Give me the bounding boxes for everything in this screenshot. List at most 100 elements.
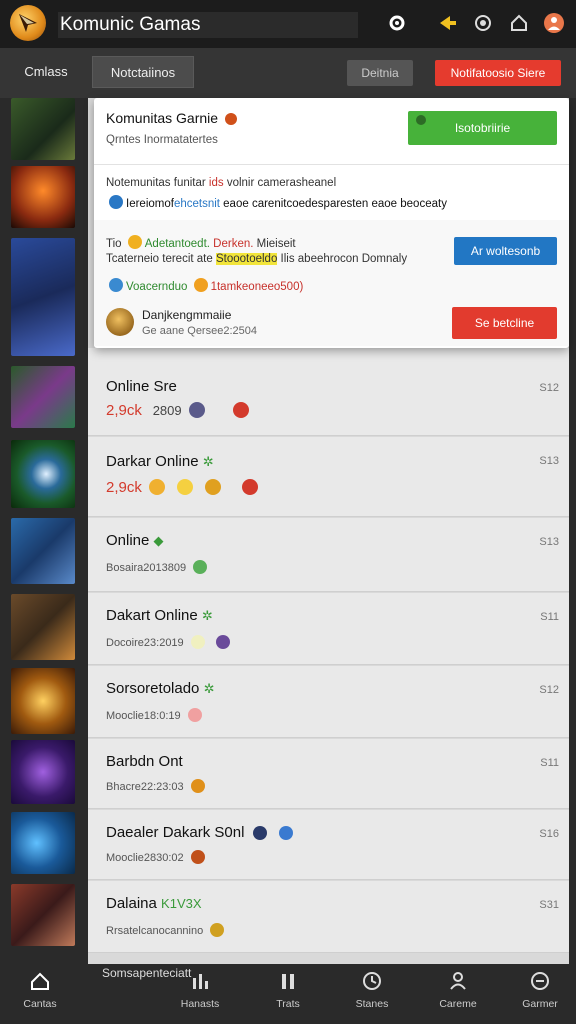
app-title: Komunic Gamas — [58, 12, 358, 38]
bar-chart-icon — [193, 974, 208, 989]
list-item[interactable]: Dalaina K1V3X Rrsatelcanocannino S31 — [88, 881, 569, 953]
row-subtitle: Bhacre22:23:03 — [106, 779, 209, 793]
game-thumbnail[interactable] — [11, 740, 75, 804]
list-item[interactable]: Daealer Dakark S0nl Mooclie2830:02 S16 — [88, 810, 569, 880]
subscribe-button[interactable]: Isotobriirie — [408, 111, 557, 145]
game-thumbnail[interactable] — [11, 366, 75, 428]
row-subtitle: Mooclie2830:02 — [106, 850, 209, 864]
game-thumbnail[interactable] — [11, 518, 75, 584]
nav-item-status[interactable]: Stanes — [332, 970, 412, 1010]
row-title: Online Sre — [106, 378, 177, 395]
emoji-icon — [210, 923, 225, 937]
row-subtitle: Docoire23:2019 — [106, 635, 234, 649]
emoji-icon — [187, 708, 202, 722]
divider — [94, 164, 569, 165]
chat-icon — [531, 972, 549, 990]
emoji-icon — [204, 479, 221, 495]
popup-info-line: Voacernduo 1tamkeoneeo500) — [106, 278, 303, 293]
row-subtitle: 2,9ck 2809 — [106, 402, 253, 419]
row-count: 2,9ck — [106, 479, 142, 496]
home-icon — [31, 972, 49, 990]
game-thumbnail[interactable] — [11, 440, 75, 508]
row-title: Darkar Online ✲ — [106, 453, 214, 470]
popup-info-line: Tio Adetantoedt. Derken. Mieiseit — [106, 235, 296, 250]
tab-games[interactable]: Cmlass — [10, 56, 82, 88]
badge-icon — [224, 113, 237, 125]
thumbnail-column — [0, 98, 88, 964]
badge-icon — [242, 479, 259, 495]
row-subtitle: 2,9ck — [106, 479, 262, 496]
row-subtitle: Mooclie18:0:19 — [106, 708, 206, 722]
row-time: S31 — [539, 899, 559, 911]
row-title: Dakart Online ✲ — [106, 607, 213, 624]
community-popup: Komunitas Garnie Qrntes Inormatatertes I… — [94, 98, 569, 348]
badge-icon — [232, 402, 249, 418]
nav-item-games[interactable]: Cantas — [0, 970, 80, 1010]
list-item[interactable]: Barbdn Ont Bhacre22:23:03 S11 — [88, 739, 569, 809]
popup-subtitle: Qrntes Inormatatertes — [106, 134, 218, 146]
globe-icon — [278, 826, 293, 840]
join-button[interactable]: Ar woltesonb — [454, 237, 557, 265]
target-icon[interactable] — [472, 12, 494, 34]
emoji-icon — [177, 479, 194, 495]
app-bar: Komunic Gamas — [0, 0, 576, 48]
emoji-icon — [190, 779, 205, 793]
list-item[interactable]: Online Sre 2,9ck 2809 S12 — [88, 348, 569, 436]
nav-item-gamer[interactable]: Garmer — [500, 970, 576, 1010]
row-title: Online ◆ — [106, 532, 164, 549]
game-thumbnail[interactable] — [11, 884, 75, 946]
status-dot-icon — [416, 115, 426, 125]
notification-settings-button[interactable]: Notifatoosio Siere — [435, 60, 561, 86]
row-count-b: 2809 — [152, 403, 182, 418]
users-icon — [450, 972, 466, 990]
list-item[interactable]: Sorsoretolado ✲ Mooclie18:0:19 S12 — [88, 666, 569, 738]
emoji-icon — [190, 850, 205, 864]
leave-button[interactable]: Se betcline — [452, 307, 557, 339]
row-time: S16 — [539, 828, 559, 840]
popup-info-line: Notemunitas funitar ids volnir camerashe… — [106, 177, 337, 189]
popup-info-line: Iereiomofehcetsnit eaoe carenitcoedespar… — [106, 195, 447, 210]
profile-icon[interactable] — [543, 12, 565, 34]
member-meta: Ge aane Qersee2:2504 — [142, 325, 257, 337]
game-thumbnail[interactable] — [11, 238, 75, 356]
details-button[interactable]: Deitnia — [347, 60, 413, 86]
home-icon[interactable] — [508, 12, 530, 34]
scrollbar[interactable] — [569, 98, 576, 964]
row-subtitle: Bosaira2013809 — [106, 560, 211, 574]
row-title: Sorsoretolado ✲ — [106, 680, 215, 697]
game-thumbnail[interactable] — [11, 812, 75, 874]
game-thumbnail[interactable] — [11, 668, 75, 734]
list-item[interactable]: Dakart Online ✲ Docoire23:2019 S11 — [88, 593, 569, 665]
bottom-nav: Cantas Hanasts Trats Stanes Careme Garme… — [0, 964, 576, 1024]
game-thumbnail[interactable] — [11, 98, 75, 160]
row-title: Dalaina K1V3X — [106, 895, 202, 912]
tab-notifications[interactable]: Notctaiinos — [92, 56, 194, 88]
row-subtitle: Rrsatelcanocannino — [106, 923, 228, 937]
avatar-icon — [215, 635, 230, 649]
list-item[interactable]: Online ◆ Bosaira2013809 S13 — [88, 518, 569, 592]
avatar[interactable] — [106, 308, 134, 336]
clock-icon — [363, 972, 381, 990]
list-item[interactable]: Darkar Online ✲ 2,9ck S13 — [88, 437, 569, 517]
status-icon — [193, 560, 208, 574]
pause-icon — [282, 974, 294, 989]
row-time: S13 — [539, 536, 559, 548]
gear-icon[interactable] — [386, 12, 408, 34]
row-time: S11 — [540, 611, 559, 623]
popup-title: Komunitas Garnie — [106, 110, 240, 126]
avatar-icon — [252, 826, 267, 840]
globe-icon — [109, 278, 123, 292]
game-thumbnail[interactable] — [11, 594, 75, 660]
coin-icon — [193, 278, 208, 292]
pin-icon[interactable] — [437, 12, 459, 34]
emoji-icon — [190, 635, 205, 649]
member-name: Danjkengmmaiie — [142, 308, 232, 322]
game-thumbnail[interactable] — [11, 166, 75, 228]
app-logo-icon[interactable] — [10, 5, 46, 41]
nav-item-community[interactable]: Careme — [418, 970, 498, 1010]
popup-info-line: Tcaterneio terecit ate Stoootoeldo Ilis … — [106, 253, 408, 265]
row-count: 2,9ck — [106, 402, 142, 419]
row-title: Barbdn Ont — [106, 753, 183, 770]
nav-item-pause[interactable]: Trats — [248, 970, 328, 1010]
check-icon — [109, 195, 123, 209]
